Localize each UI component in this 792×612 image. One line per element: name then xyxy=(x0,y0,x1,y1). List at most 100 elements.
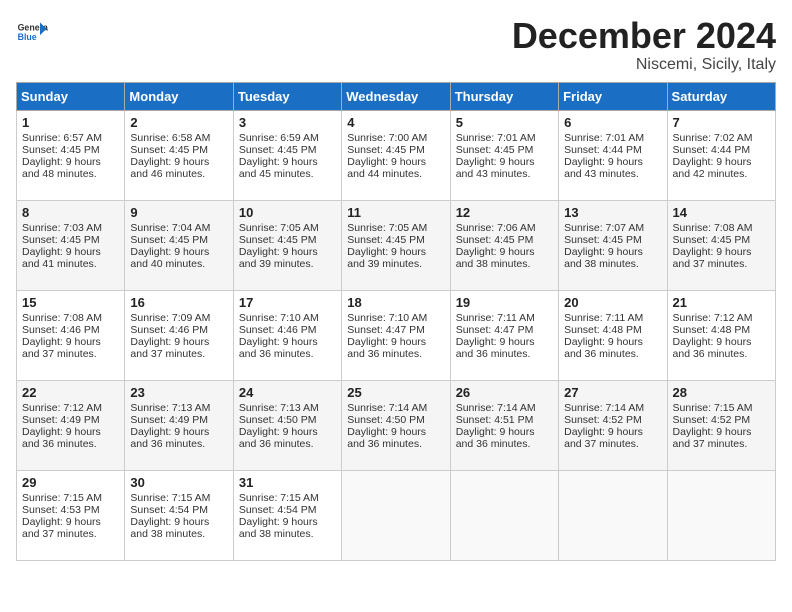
sunrise-text: Sunrise: 7:03 AM xyxy=(22,222,102,234)
daylight-text: Daylight: 9 hours and 39 minutes. xyxy=(239,246,318,270)
daylight-text: Daylight: 9 hours and 37 minutes. xyxy=(22,516,101,540)
daylight-text: Daylight: 9 hours and 36 minutes. xyxy=(130,426,209,450)
table-cell: 7 Sunrise: 7:02 AMSunset: 4:44 PMDaylight… xyxy=(667,110,775,200)
table-cell: 20Sunrise: 7:11 AMSunset: 4:48 PMDayligh… xyxy=(559,290,667,380)
day-number: 25 xyxy=(347,385,444,400)
sunrise-text: Sunrise: 7:12 AM xyxy=(22,402,102,414)
sunrise-text: Sunrise: 7:10 AM xyxy=(239,312,319,324)
sunset-text: Sunset: 4:45 PM xyxy=(22,234,100,246)
table-cell: 18Sunrise: 7:10 AMSunset: 4:47 PMDayligh… xyxy=(342,290,450,380)
table-cell: 22Sunrise: 7:12 AMSunset: 4:49 PMDayligh… xyxy=(17,380,125,470)
table-cell: 14Sunrise: 7:08 AMSunset: 4:45 PMDayligh… xyxy=(667,200,775,290)
table-cell: 25Sunrise: 7:14 AMSunset: 4:50 PMDayligh… xyxy=(342,380,450,470)
sunset-text: Sunset: 4:49 PM xyxy=(22,414,100,426)
sunset-text: Sunset: 4:44 PM xyxy=(673,144,751,156)
day-number: 5 xyxy=(456,115,553,130)
table-cell: 3Sunrise: 6:59 AMSunset: 4:45 PMDaylight… xyxy=(233,110,341,200)
daylight-text: Daylight: 9 hours and 36 minutes. xyxy=(564,336,643,360)
table-cell: 2Sunrise: 6:58 AMSunset: 4:45 PMDaylight… xyxy=(125,110,233,200)
day-number: 23 xyxy=(130,385,227,400)
daylight-text: Daylight: 9 hours and 36 minutes. xyxy=(347,426,426,450)
day-number: 12 xyxy=(456,205,553,220)
sunset-text: Sunset: 4:54 PM xyxy=(239,504,317,516)
logo-icon: General Blue xyxy=(16,16,48,48)
day-number: 31 xyxy=(239,475,336,490)
daylight-text: Daylight: 9 hours and 43 minutes. xyxy=(456,156,535,180)
table-cell: 13Sunrise: 7:07 AMSunset: 4:45 PMDayligh… xyxy=(559,200,667,290)
sunrise-text: Sunrise: 7:09 AM xyxy=(130,312,210,324)
table-cell xyxy=(667,470,775,560)
sunset-text: Sunset: 4:50 PM xyxy=(239,414,317,426)
daylight-text: Daylight: 9 hours and 48 minutes. xyxy=(22,156,101,180)
day-number: 3 xyxy=(239,115,336,130)
col-saturday: Saturday xyxy=(667,82,775,110)
table-cell xyxy=(450,470,558,560)
sunset-text: Sunset: 4:49 PM xyxy=(130,414,208,426)
sunset-text: Sunset: 4:47 PM xyxy=(456,324,534,336)
table-cell: 16Sunrise: 7:09 AMSunset: 4:46 PMDayligh… xyxy=(125,290,233,380)
sunset-text: Sunset: 4:44 PM xyxy=(564,144,642,156)
sunrise-text: Sunrise: 7:11 AM xyxy=(456,312,535,324)
daylight-text: Daylight: 9 hours and 38 minutes. xyxy=(130,516,209,540)
day-number: 15 xyxy=(22,295,119,310)
calendar-week-4: 22Sunrise: 7:12 AMSunset: 4:49 PMDayligh… xyxy=(17,380,776,470)
table-cell xyxy=(342,470,450,560)
daylight-text: Daylight: 9 hours and 44 minutes. xyxy=(347,156,426,180)
col-monday: Monday xyxy=(125,82,233,110)
sunset-text: Sunset: 4:50 PM xyxy=(347,414,425,426)
sunset-text: Sunset: 4:46 PM xyxy=(130,324,208,336)
daylight-text: Daylight: 9 hours and 37 minutes. xyxy=(673,426,752,450)
day-number: 1 xyxy=(22,115,119,130)
sunset-text: Sunset: 4:46 PM xyxy=(239,324,317,336)
daylight-text: Daylight: 9 hours and 36 minutes. xyxy=(239,426,318,450)
daylight-text: Daylight: 9 hours and 38 minutes. xyxy=(456,246,535,270)
table-cell: 10Sunrise: 7:05 AMSunset: 4:45 PMDayligh… xyxy=(233,200,341,290)
header: General Blue December 2024 Niscemi, Sici… xyxy=(16,16,776,74)
day-number: 19 xyxy=(456,295,553,310)
daylight-text: Daylight: 9 hours and 36 minutes. xyxy=(239,336,318,360)
sunrise-text: Sunrise: 6:58 AM xyxy=(130,132,210,144)
table-cell: 12Sunrise: 7:06 AMSunset: 4:45 PMDayligh… xyxy=(450,200,558,290)
table-cell: 11Sunrise: 7:05 AMSunset: 4:45 PMDayligh… xyxy=(342,200,450,290)
day-number: 16 xyxy=(130,295,227,310)
col-friday: Friday xyxy=(559,82,667,110)
sunrise-text: Sunrise: 7:15 AM xyxy=(22,492,102,504)
day-number: 17 xyxy=(239,295,336,310)
day-number: 8 xyxy=(22,205,119,220)
sunrise-text: Sunrise: 7:08 AM xyxy=(673,222,753,234)
sunset-text: Sunset: 4:45 PM xyxy=(239,234,317,246)
table-cell: 23 Sunrise: 7:13 AMSunset: 4:49 PMDayligh… xyxy=(125,380,233,470)
table-cell: 8Sunrise: 7:03 AMSunset: 4:45 PMDaylight… xyxy=(17,200,125,290)
sunset-text: Sunset: 4:47 PM xyxy=(347,324,425,336)
table-cell: 9Sunrise: 7:04 AMSunset: 4:45 PMDaylight… xyxy=(125,200,233,290)
table-cell: 4Sunrise: 7:00 AMSunset: 4:45 PMDaylight… xyxy=(342,110,450,200)
daylight-text: Daylight: 9 hours and 43 minutes. xyxy=(564,156,643,180)
daylight-text: Daylight: 9 hours and 45 minutes. xyxy=(239,156,318,180)
sunrise-text: Sunrise: 7:01 AM xyxy=(456,132,536,144)
table-cell: 1 Sunrise: 6:57 AMSunset: 4:45 PMDaylight… xyxy=(17,110,125,200)
sunrise-text: Sunrise: 7:13 AM xyxy=(130,402,210,414)
calendar-week-5: 29Sunrise: 7:15 AMSunset: 4:53 PMDayligh… xyxy=(17,470,776,560)
calendar-week-2: 8Sunrise: 7:03 AMSunset: 4:45 PMDaylight… xyxy=(17,200,776,290)
location-title: Niscemi, Sicily, Italy xyxy=(512,56,776,74)
table-cell xyxy=(559,470,667,560)
sunrise-text: Sunrise: 7:05 AM xyxy=(347,222,427,234)
table-cell: 19Sunrise: 7:11 AMSunset: 4:47 PMDayligh… xyxy=(450,290,558,380)
table-cell: 30Sunrise: 7:15 AMSunset: 4:54 PMDayligh… xyxy=(125,470,233,560)
table-cell: 17 Sunrise: 7:10 AMSunset: 4:46 PMDayligh… xyxy=(233,290,341,380)
sunrise-text: Sunrise: 6:57 AM xyxy=(22,132,102,144)
day-number: 13 xyxy=(564,205,661,220)
daylight-text: Daylight: 9 hours and 42 minutes. xyxy=(673,156,752,180)
day-number: 22 xyxy=(22,385,119,400)
calendar-table: Sunday Monday Tuesday Wednesday Thursday… xyxy=(16,82,776,561)
day-number: 21 xyxy=(673,295,770,310)
day-number: 7 xyxy=(673,115,770,130)
daylight-text: Daylight: 9 hours and 38 minutes. xyxy=(564,246,643,270)
sunset-text: Sunset: 4:45 PM xyxy=(22,144,100,156)
sunset-text: Sunset: 4:45 PM xyxy=(347,144,425,156)
day-number: 11 xyxy=(347,205,444,220)
day-number: 9 xyxy=(130,205,227,220)
sunrise-text: Sunrise: 7:02 AM xyxy=(673,132,753,144)
sunrise-text: Sunrise: 7:04 AM xyxy=(130,222,210,234)
table-cell: 28Sunrise: 7:15 AMSunset: 4:52 PMDayligh… xyxy=(667,380,775,470)
